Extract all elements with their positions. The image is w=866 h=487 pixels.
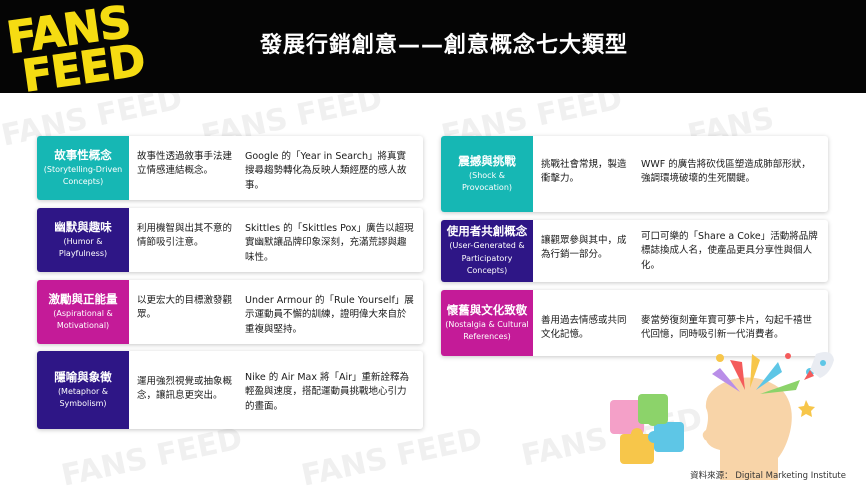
card-example: 可口可樂的「Share a Coke」活動將品牌標誌換成人名，使產品更具分享性與… [641, 231, 818, 271]
card-example: WWF 的廣告將砍伐區塑造成肺部形狀，強調環境破壞的生死關鍵。 [641, 159, 811, 185]
card-header: 激勵與正能量 (Aspirational & Motivational) [37, 280, 129, 344]
watermark: FANS FEED [58, 421, 246, 487]
head-icon [702, 377, 792, 480]
card-description: 利用機智與出其不意的情節吸引注意。 [137, 223, 233, 249]
card-title: 懷舊與文化致敬 [446, 302, 528, 317]
card-example: 麥當勞復刻童年寶可夢卡片，勾起千禧世代回憶，同時吸引新一代消費者。 [641, 315, 813, 341]
card-title: 隱喻與象徵 [54, 369, 112, 384]
concept-card-user-generated: 使用者共創概念 (User-Generated & Participatory … [441, 220, 828, 282]
concept-card-aspirational: 激勵與正能量 (Aspirational & Motivational) 以更宏… [37, 280, 423, 344]
card-example: Nike 的 Air Max 將「Air」重新詮釋為輕盈與速度，搭配運動員挑戰地… [245, 372, 410, 412]
watermark: FANS FEED [298, 421, 486, 487]
card-subtitle: (Storytelling-Driven Concepts) [43, 164, 123, 186]
card-subtitle: (Nostalgia & Cultural References) [445, 319, 529, 341]
card-header: 使用者共創概念 (User-Generated & Participatory … [441, 220, 533, 282]
card-description: 以更宏大的目標激發觀眾。 [137, 295, 233, 321]
rocket-icon [804, 352, 834, 380]
card-header: 故事性概念 (Storytelling-Driven Concepts) [37, 136, 129, 200]
card-description: 運用強烈視覺或抽象概念，讓訊息更突出。 [137, 376, 233, 402]
concept-card-humor: 幽默與趣味 (Humor & Playfulness) 利用機智與出其不意的情節… [37, 208, 423, 272]
card-title: 幽默與趣味 [54, 219, 112, 234]
card-subtitle: (Metaphor & Symbolism) [57, 386, 109, 408]
concept-card-storytelling: 故事性概念 (Storytelling-Driven Concepts) 故事性… [37, 136, 423, 200]
card-subtitle: (Aspirational & Motivational) [53, 308, 113, 330]
card-example: Google 的「Year in Search」將真實搜尋趨勢轉化為反映人類經歷… [245, 151, 407, 191]
card-description: 善用過去情感或共同文化記憶。 [541, 315, 627, 341]
card-example: Skittles 的「Skittles Pox」廣告以超現實幽默讓品牌印象深刻，… [245, 223, 414, 263]
card-header: 幽默與趣味 (Humor & Playfulness) [37, 208, 129, 272]
concept-card-metaphor: 隱喻與象徵 (Metaphor & Symbolism) 運用強烈視覺或抽象概念… [37, 351, 423, 429]
concept-card-nostalgia: 懷舊與文化致敬 (Nostalgia & Cultural References… [441, 290, 828, 356]
header-bar: FANS FEED 發展行銷創意——創意概念七大類型 [0, 0, 866, 103]
card-title: 震撼與挑戰 [458, 153, 516, 168]
card-header: 隱喻與象徵 (Metaphor & Symbolism) [37, 351, 129, 429]
card-description: 讓觀眾參與其中，成為行銷一部分。 [541, 235, 627, 261]
card-header: 震撼與挑戰 (Shock & Provocation) [441, 136, 533, 212]
card-description: 故事性透過敘事手法建立情感連結概念。 [137, 151, 233, 177]
card-description: 挑戰社會常規，製造衝擊力。 [541, 159, 627, 185]
puzzle-icon [610, 394, 684, 464]
fans-feed-logo: FANS FEED [0, 0, 158, 114]
card-header: 懷舊與文化致敬 (Nostalgia & Cultural References… [441, 290, 533, 356]
card-title: 故事性概念 [54, 147, 112, 162]
card-title: 激勵與正能量 [48, 291, 118, 306]
page-title: 發展行銷創意——創意概念七大類型 [259, 33, 628, 58]
source-note: 資料來源： Digital Marketing Institute [690, 471, 846, 481]
card-subtitle: (Shock & Provocation) [461, 170, 513, 192]
card-example: Under Armour 的「Rule Yourself」展示運動員不懈的訓練，… [245, 295, 414, 335]
creative-head-illustration [610, 352, 834, 480]
card-subtitle: (User-Generated & Participatory Concepts… [449, 241, 525, 276]
card-title: 使用者共創概念 [446, 224, 528, 239]
concept-card-shock: 震撼與挑戰 (Shock & Provocation) 挑戰社會常規，製造衝擊力… [441, 136, 828, 212]
card-subtitle: (Humor & Playfulness) [58, 236, 108, 258]
